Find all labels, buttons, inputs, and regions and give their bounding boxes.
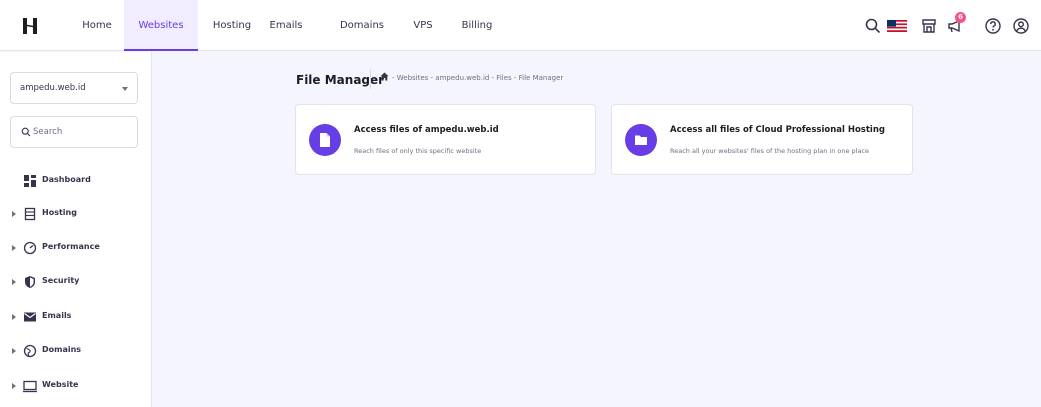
sidebar-item-dashboard[interactable]: Dashboard (0, 170, 152, 192)
chevron-right-icon (12, 314, 16, 320)
nav-home[interactable]: Home (78, 0, 116, 51)
dashboard-icon (24, 175, 36, 187)
sidebar-search (10, 116, 138, 148)
card-description: Reach all your websites' files of the ho… (670, 147, 870, 155)
sidebar-item-hosting[interactable]: Hosting (0, 203, 152, 225)
nav-hosting[interactable]: Hosting (208, 0, 256, 51)
search-icon[interactable] (864, 17, 882, 35)
sidebar: ampedu.web.id Dashboard Hosting (0, 52, 152, 407)
nav-websites[interactable]: Websites (124, 0, 198, 51)
sidebar-item-emails[interactable]: Emails (0, 306, 152, 328)
notifications-button[interactable]: 6 (946, 12, 966, 35)
title-divider (370, 69, 371, 89)
sidebar-item-website[interactable]: Website (0, 375, 152, 397)
email-icon (24, 312, 36, 322)
notification-badge: 6 (955, 12, 966, 23)
sidebar-item-security[interactable]: Security (0, 271, 152, 293)
chevron-right-icon (12, 279, 16, 285)
sidebar-item-performance[interactable]: Performance (0, 237, 152, 259)
performance-icon (23, 241, 37, 255)
card-title: Access files of ampedu.web.id (354, 125, 499, 135)
chevron-right-icon (12, 383, 16, 389)
breadcrumb-path[interactable]: - Websites - ampedu.web.id - Files - Fil… (392, 74, 563, 82)
card-title: Access all files of Cloud Professional H… (670, 125, 885, 135)
search-icon (21, 127, 31, 137)
store-icon[interactable] (920, 17, 938, 35)
hosting-icon (24, 207, 36, 221)
sidebar-item-label: Security (42, 276, 80, 285)
search-input[interactable] (33, 125, 128, 139)
domains-icon (23, 344, 37, 358)
access-hosting-files-card[interactable]: Access all files of Cloud Professional H… (611, 104, 913, 175)
hostinger-logo-icon[interactable] (23, 18, 37, 34)
sidebar-item-label: Emails (42, 311, 72, 320)
website-select-value: ampedu.web.id (20, 83, 86, 93)
nav-emails[interactable]: Emails (266, 0, 306, 51)
security-icon (25, 276, 35, 288)
nav-billing[interactable]: Billing (456, 0, 498, 51)
sidebar-item-label: Hosting (42, 208, 77, 217)
sidebar-item-domains[interactable]: Domains (0, 340, 152, 362)
chevron-right-icon (12, 348, 16, 354)
nav-vps[interactable]: VPS (408, 0, 438, 51)
website-icon (23, 380, 37, 393)
chevron-right-icon (12, 211, 16, 217)
folder-icon (625, 124, 657, 156)
top-navigation-bar: Home Websites Hosting Emails Domains VPS… (0, 0, 1041, 51)
sidebar-item-label: Domains (42, 345, 82, 354)
us-flag-icon[interactable] (886, 17, 908, 35)
website-select[interactable]: ampedu.web.id (10, 72, 138, 104)
card-description: Reach files of only this specific websit… (354, 147, 482, 155)
sidebar-item-label: Performance (42, 242, 100, 251)
chevron-down-icon (122, 87, 128, 91)
sidebar-item-label: Website (42, 380, 79, 389)
home-icon[interactable] (380, 72, 389, 81)
sidebar-item-label: Dashboard (42, 175, 91, 184)
access-website-files-card[interactable]: Access files of ampedu.web.id Reach file… (295, 104, 596, 175)
help-icon[interactable] (984, 17, 1002, 35)
account-icon[interactable] (1012, 17, 1030, 35)
chevron-right-icon (12, 245, 16, 251)
nav-domains[interactable]: Domains (336, 0, 388, 51)
file-icon (309, 124, 341, 156)
